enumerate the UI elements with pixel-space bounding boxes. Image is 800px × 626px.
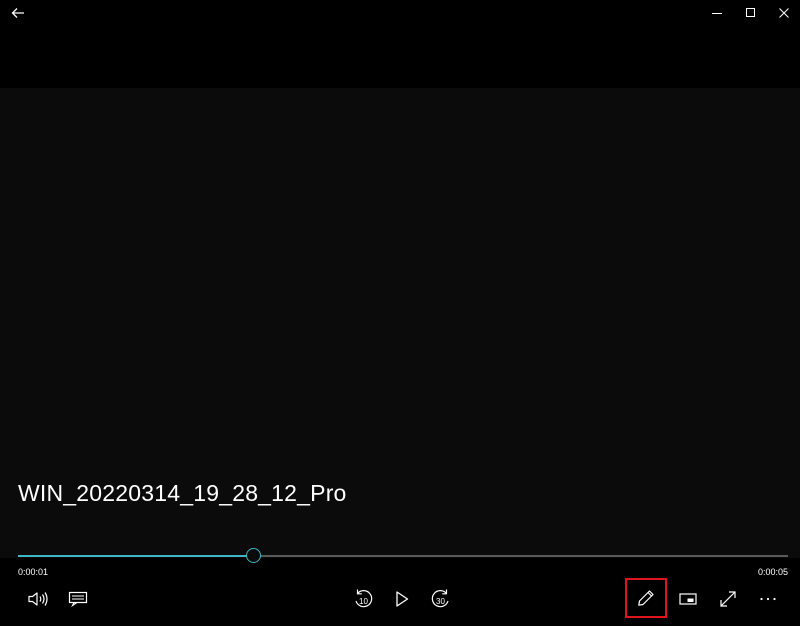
- mini-view-button[interactable]: [670, 584, 706, 614]
- skip-back-button[interactable]: 10: [345, 584, 381, 614]
- close-button[interactable]: [768, 0, 800, 26]
- back-arrow-icon: [11, 8, 24, 18]
- skip-forward-button[interactable]: 30: [423, 584, 459, 614]
- seek-thumb[interactable]: [245, 548, 261, 563]
- play-button[interactable]: [384, 584, 420, 614]
- captions-button[interactable]: [60, 584, 96, 614]
- edit-button[interactable]: [625, 578, 667, 618]
- seek-progress: [18, 554, 254, 557]
- volume-icon: [28, 592, 48, 606]
- current-time: 0:00:01: [18, 567, 49, 577]
- mini-view-icon: [679, 593, 697, 605]
- minimize-button[interactable]: [700, 0, 734, 26]
- play-icon: [396, 591, 409, 607]
- captions-icon: [68, 591, 88, 607]
- more-icon: [760, 597, 776, 601]
- fullscreen-icon: [720, 591, 736, 607]
- media-title: WIN_20220314_19_28_12_Pro: [18, 480, 347, 506]
- seek-bar[interactable]: [18, 546, 788, 566]
- more-options-button[interactable]: [750, 584, 786, 614]
- total-time: 0:00:05: [757, 567, 788, 577]
- fullscreen-button[interactable]: [710, 584, 746, 614]
- close-icon: [779, 8, 789, 18]
- back-button[interactable]: [4, 0, 32, 26]
- skip-back-seconds: 10: [359, 597, 368, 606]
- volume-button[interactable]: [20, 584, 56, 614]
- title-bar: [0, 0, 800, 26]
- maximize-icon: [746, 8, 755, 17]
- minimize-icon: [712, 13, 722, 14]
- video-player-window: WIN_20220314_19_28_12_Pro 0:00:01 0:00:0…: [0, 0, 800, 626]
- maximize-button[interactable]: [734, 0, 768, 26]
- skip-forward-seconds: 30: [436, 597, 445, 606]
- pencil-icon: [638, 590, 654, 606]
